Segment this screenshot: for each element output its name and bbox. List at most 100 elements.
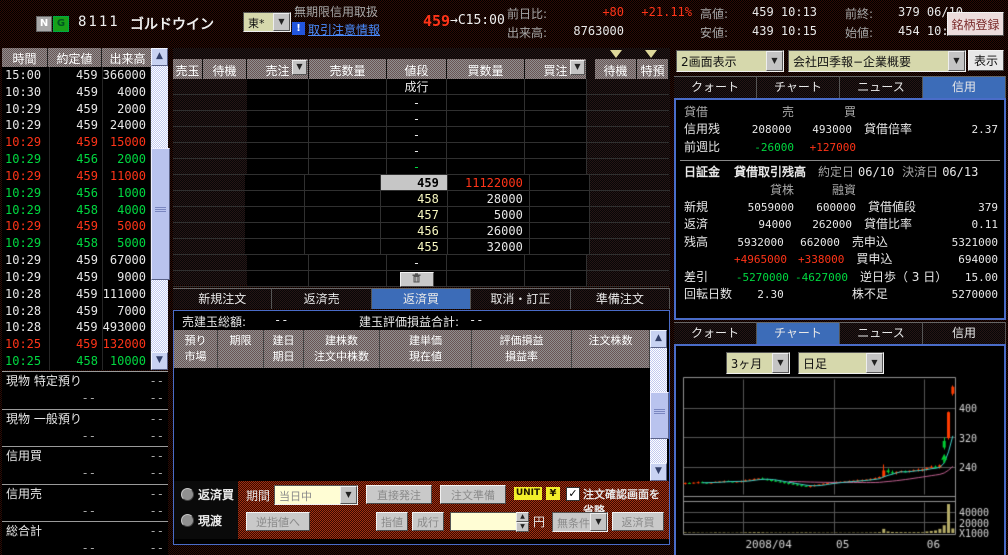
board-price-cell[interactable]: 成行 (387, 79, 447, 95)
board-price-cell[interactable]: 459 (381, 175, 447, 191)
chevron-down-icon[interactable]: ▼ (340, 486, 357, 504)
market-button[interactable]: 成行 (412, 512, 444, 531)
chevron-down-icon[interactable]: ▼ (292, 60, 307, 75)
order-tab-2[interactable]: 返済買 (372, 288, 471, 309)
board-cell[interactable] (447, 95, 525, 111)
board-price-cell[interactable]: - (387, 127, 447, 143)
board-cell[interactable] (447, 127, 525, 143)
chevron-down-icon[interactable]: ▼ (772, 353, 789, 373)
board-row[interactable]: 45626000 (173, 223, 670, 239)
chevron-down-icon[interactable]: ▼ (590, 513, 607, 531)
order-tab-3[interactable]: 取消・訂正 (471, 288, 570, 309)
board-qty-cell[interactable]: 26000 (448, 223, 530, 239)
prepare-order-button[interactable]: 注文準備 (440, 485, 506, 504)
board-cell[interactable] (447, 143, 525, 159)
board-price-cell[interactable]: 455 (381, 239, 447, 255)
scroll-down-icon[interactable]: ▼ (650, 463, 667, 481)
board-col-header: 待機 (203, 59, 247, 79)
confirm-skip-checkbox[interactable]: ✓ (566, 487, 580, 501)
order-tab-4[interactable]: 準備注文 (571, 288, 670, 309)
board-cell[interactable] (447, 255, 525, 271)
board-price-cell[interactable]: - (387, 255, 447, 271)
board-qty-cell[interactable]: 5000 (448, 207, 530, 223)
stepper-up-icon[interactable]: ▲ (516, 512, 529, 522)
board-qty-cell[interactable]: 11122000 (448, 175, 530, 191)
scroll-up-icon[interactable]: ▲ (151, 48, 168, 66)
scroll-down-icon[interactable]: ▼ (151, 352, 168, 370)
direct-order-button[interactable]: 直接発注 (366, 485, 432, 504)
info-tab-1[interactable]: チャート (757, 76, 840, 98)
board-row[interactable] (173, 271, 670, 287)
repay-buy-radio[interactable] (181, 488, 194, 501)
board-cell[interactable] (447, 111, 525, 127)
board-row[interactable]: - (173, 159, 670, 175)
report-select[interactable]: 会社四季報−企業概要 ▼ (788, 50, 966, 72)
limit-button[interactable]: 指値 (376, 512, 408, 531)
chevron-down-icon[interactable]: ▼ (866, 353, 883, 373)
board-price-cell[interactable]: 456 (381, 223, 447, 239)
board-price-cell[interactable]: 457 (381, 207, 447, 223)
chevron-down-icon[interactable]: ▼ (570, 60, 585, 75)
board-price-cell[interactable]: - (387, 143, 447, 159)
board-row[interactable]: 45532000 (173, 239, 670, 255)
chart-interval-select[interactable]: 日足 ▼ (798, 352, 884, 374)
board-cell[interactable] (447, 159, 525, 175)
position-scrollbar[interactable]: ▲ ▼ (650, 330, 667, 481)
board-row[interactable]: 成行 (173, 79, 670, 95)
board-cell (598, 175, 639, 191)
chevron-down-icon[interactable]: ▼ (273, 13, 290, 31)
board-row[interactable]: - (173, 95, 670, 111)
chart-range-select[interactable]: 3ヶ月 ▼ (726, 352, 790, 374)
trade-notice-link[interactable]: 取引注意情報 (308, 21, 380, 38)
info-tab-3[interactable]: 信用 (923, 76, 1006, 98)
board-cell[interactable] (447, 271, 525, 287)
chevron-down-icon[interactable]: ▼ (948, 51, 965, 71)
chart-tab-2[interactable]: ニュース (840, 322, 923, 344)
board-qty-cell[interactable]: 28000 (448, 191, 530, 207)
board-price-cell[interactable]: - (387, 111, 447, 127)
yushi-value: 662000 (784, 234, 840, 251)
board-qty-cell[interactable]: 32000 (448, 239, 530, 255)
delivery-radio[interactable] (181, 514, 194, 527)
board-row[interactable]: - (173, 111, 670, 127)
info-tab-0[interactable]: クォート (674, 76, 757, 98)
stop-order-button[interactable]: 逆指値へ (246, 512, 310, 531)
board-cell[interactable] (447, 79, 525, 95)
register-symbol-button[interactable]: 銘柄登録 (947, 12, 1004, 36)
kashikabu-value: -5270000 (735, 269, 788, 286)
board-price-cell[interactable]: 458 (381, 191, 447, 207)
condition-select[interactable]: 無条件 ▼ (552, 512, 608, 532)
stepper-down-icon[interactable]: ▼ (516, 522, 529, 532)
chart-tab-3[interactable]: 信用 (923, 322, 1006, 344)
chevron-down-icon[interactable]: ▼ (766, 51, 783, 71)
period-select[interactable]: 当日中 ▼ (274, 485, 358, 505)
price-stepper[interactable]: ▲ ▼ (516, 512, 529, 531)
board-price-cell[interactable]: - (387, 95, 447, 111)
board-cell (530, 191, 590, 207)
price-input[interactable] (450, 512, 518, 531)
submit-repay-buy-button[interactable]: 返済買 (612, 512, 664, 531)
chart-tab-1[interactable]: チャート (757, 322, 840, 344)
delete-orders-button[interactable] (400, 272, 434, 287)
board-row[interactable]: 45911122000 (173, 175, 670, 191)
show-button[interactable]: 表示 (968, 50, 1004, 71)
position-scrollbar-thumb[interactable] (650, 392, 669, 439)
unit-badge: UNIT (514, 487, 542, 500)
board-row[interactable]: - (173, 127, 670, 143)
board-price-cell[interactable] (387, 271, 447, 287)
board-row[interactable]: - (173, 143, 670, 159)
exchange-select[interactable]: 東* ▼ (243, 12, 291, 32)
account-value: -- (150, 373, 164, 390)
board-row[interactable]: - (173, 255, 670, 271)
order-tab-0[interactable]: 新規注文 (173, 288, 272, 309)
tick-scrollbar-thumb[interactable] (151, 148, 170, 280)
board-row[interactable]: 45828000 (173, 191, 670, 207)
board-price-cell[interactable]: - (387, 159, 447, 175)
board-row[interactable]: 4575000 (173, 207, 670, 223)
tick-scrollbar[interactable]: ▲ ▼ (151, 48, 168, 370)
info-tab-2[interactable]: ニュース (840, 76, 923, 98)
scroll-up-icon[interactable]: ▲ (650, 330, 667, 348)
chart-tab-0[interactable]: クォート (674, 322, 757, 344)
order-tab-1[interactable]: 返済売 (272, 288, 371, 309)
dual-view-select[interactable]: 2画面表示 ▼ (676, 50, 784, 72)
